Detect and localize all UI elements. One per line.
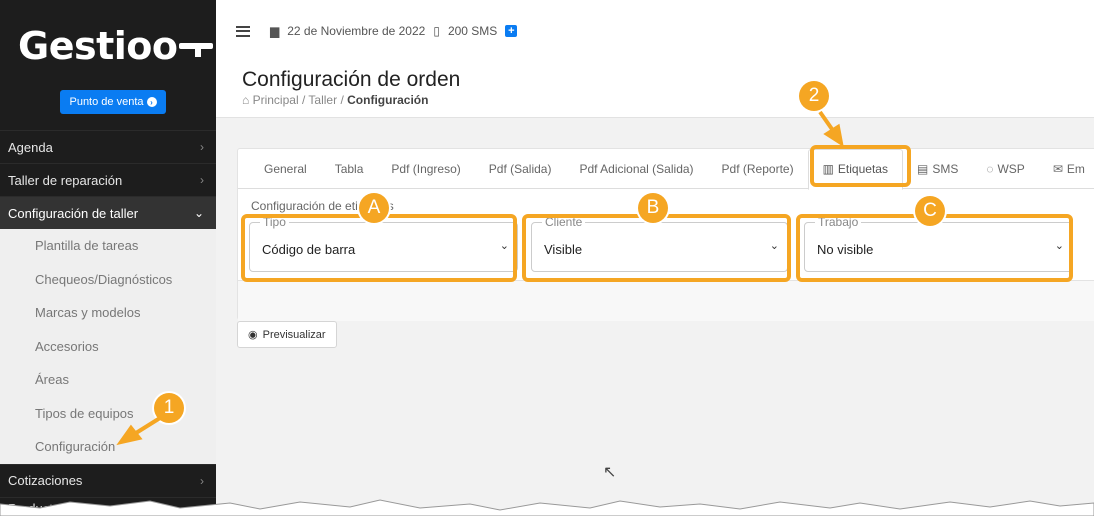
torn-edge — [0, 499, 1094, 516]
arrow-2 — [818, 110, 844, 148]
annotation-arrows — [116, 110, 844, 446]
arrow-1 — [116, 416, 162, 446]
